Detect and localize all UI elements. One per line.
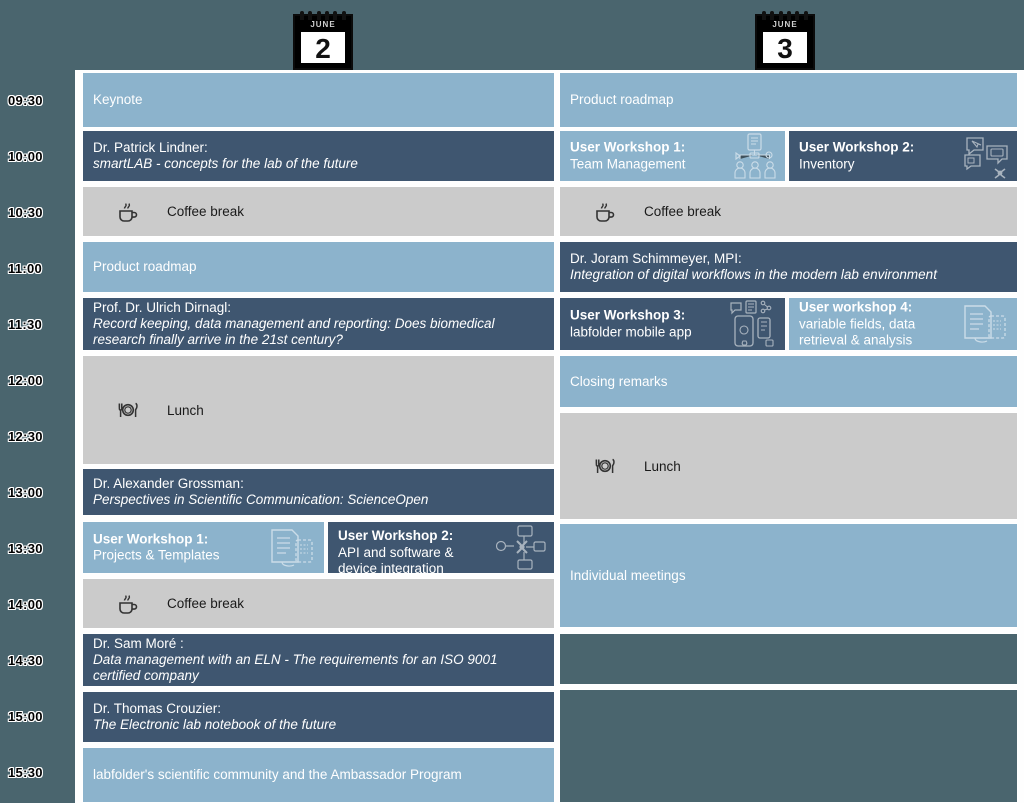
session-talk: Data management with an ELN - The requir… bbox=[93, 652, 498, 683]
calendar-icon: JUNE 3 bbox=[755, 11, 815, 70]
session-lindner[interactable]: Dr. Patrick Lindner: smartLAB - concepts… bbox=[82, 130, 555, 182]
documents-icon bbox=[271, 528, 313, 567]
session-individual-meetings[interactable]: Individual meetings bbox=[559, 523, 1018, 628]
calendar-rings bbox=[298, 11, 348, 20]
session-talk: Perspectives in Scientific Communication… bbox=[93, 492, 429, 507]
calendar-icon: JUNE 2 bbox=[293, 11, 353, 70]
session-product-roadmap-day3[interactable]: Product roadmap bbox=[559, 72, 1018, 128]
session-speaker: Dr. Joram Schimmeyer, MPI: bbox=[570, 251, 742, 266]
session-speaker: Dr. Patrick Lindner: bbox=[93, 140, 208, 155]
session-more[interactable]: Dr. Sam Moré : Data management with an E… bbox=[82, 633, 555, 687]
session-speaker: Dr. Sam Moré : bbox=[93, 636, 184, 651]
session-workshop-4[interactable]: User workshop 4: variable fields, data r… bbox=[788, 297, 1018, 351]
schedule-board: 09:30 10:00 10:30 11:00 11:30 12:00 12:3… bbox=[0, 0, 1024, 803]
session-label: Product roadmap bbox=[570, 92, 674, 107]
session-speaker: Prof. Dr. Ulrich Dirnagl: bbox=[93, 300, 232, 315]
mobile-app-icon bbox=[730, 300, 774, 347]
session-label: labfolder's scientific community and the… bbox=[93, 767, 462, 782]
session-lunch-day3[interactable]: Lunch bbox=[559, 412, 1018, 520]
time-label-1130: 11:30 bbox=[8, 317, 43, 332]
session-label: Coffee break bbox=[167, 204, 245, 219]
workshop-title: User Workshop 1: bbox=[93, 531, 209, 546]
session-label: Coffee break bbox=[644, 204, 722, 219]
time-label-1200: 12:00 bbox=[8, 373, 43, 388]
workshop-subtitle: variable fields, data retrieval & analys… bbox=[799, 315, 916, 348]
session-grossman[interactable]: Dr. Alexander Grossman: Perspectives in … bbox=[82, 468, 555, 516]
team-icon bbox=[734, 133, 776, 179]
calendar-day-number: 3 bbox=[763, 32, 807, 64]
time-label-1230: 12:30 bbox=[8, 429, 43, 444]
calendar-month-label: JUNE bbox=[310, 20, 336, 29]
workshop-subtitle: Inventory bbox=[799, 156, 855, 171]
time-label-1400: 14:00 bbox=[8, 597, 43, 612]
time-label-1430: 14:30 bbox=[8, 653, 43, 668]
workshop-title: User Workshop 3: bbox=[570, 307, 686, 323]
cutlery-icon bbox=[595, 458, 615, 473]
time-label-1330: 13:30 bbox=[8, 541, 43, 556]
speech-bubbles-icon bbox=[964, 137, 1008, 179]
cutlery-icon bbox=[118, 402, 138, 417]
workshop-title: User workshop 4: bbox=[799, 299, 913, 315]
session-coffee-break-2[interactable]: Coffee break bbox=[82, 578, 555, 629]
day-header-june-3[interactable]: JUNE 3 bbox=[755, 11, 815, 70]
workshop-subtitle: Projects & Templates bbox=[93, 547, 220, 563]
session-talk: Record keeping, data management and repo… bbox=[93, 316, 495, 347]
session-schimmeyer[interactable]: Dr. Joram Schimmeyer, MPI: Integration o… bbox=[559, 241, 1018, 293]
calendar-rings bbox=[760, 11, 810, 20]
session-workshop-1-day3[interactable]: User Workshop 1: Team Management bbox=[559, 130, 786, 182]
session-label: Coffee break bbox=[167, 596, 245, 611]
time-label-1000: 10:00 bbox=[8, 149, 43, 164]
network-nodes-icon bbox=[496, 524, 546, 570]
time-label-1530: 15:30 bbox=[8, 765, 43, 780]
session-empty-slot-1[interactable] bbox=[559, 633, 1018, 685]
day-header-june-2[interactable]: JUNE 2 bbox=[293, 11, 353, 70]
session-talk: smartLAB - concepts for the lab of the f… bbox=[93, 156, 358, 171]
session-coffee-break-3[interactable]: Coffee break bbox=[559, 186, 1018, 237]
documents-icon bbox=[964, 305, 1006, 343]
session-label: Closing remarks bbox=[570, 373, 668, 389]
session-workshop-3[interactable]: User Workshop 3: labfolder mobile app bbox=[559, 297, 786, 351]
session-workshop-2-day3[interactable]: User Workshop 2: Inventory bbox=[788, 130, 1018, 182]
workshop-subtitle: API and software & device integration bbox=[338, 544, 454, 574]
workshop-title: User Workshop 2: bbox=[338, 528, 454, 543]
session-label: Individual meetings bbox=[570, 567, 686, 583]
time-label-1500: 15:00 bbox=[8, 709, 43, 724]
coffee-cup-icon bbox=[119, 202, 138, 222]
session-lunch-day2[interactable]: Lunch bbox=[82, 355, 555, 465]
session-label: Lunch bbox=[644, 458, 681, 474]
workshop-title: User Workshop 1: bbox=[570, 139, 686, 155]
session-label: Keynote bbox=[93, 92, 143, 107]
session-product-roadmap-day2[interactable]: Product roadmap bbox=[82, 241, 555, 293]
session-dirnagl[interactable]: Prof. Dr. Ulrich Dirnagl: Record keeping… bbox=[82, 297, 555, 351]
coffee-cup-icon bbox=[596, 202, 615, 222]
session-ambassador-program[interactable]: labfolder's scientific community and the… bbox=[82, 747, 555, 803]
session-crouzier[interactable]: Dr. Thomas Crouzier: The Electronic lab … bbox=[82, 691, 555, 743]
session-label: Lunch bbox=[167, 402, 204, 418]
time-label-1300: 13:00 bbox=[8, 485, 43, 500]
session-talk: Integration of digital workflows in the … bbox=[570, 267, 937, 282]
time-label-1030: 10:30 bbox=[8, 205, 43, 220]
session-talk: The Electronic lab notebook of the futur… bbox=[93, 717, 337, 732]
workshop-subtitle: labfolder mobile app bbox=[570, 324, 692, 339]
session-coffee-break-1[interactable]: Coffee break bbox=[82, 186, 555, 237]
session-workshop-1-day2[interactable]: User Workshop 1: Projects & Templates bbox=[82, 521, 325, 574]
time-label-0930: 09:30 bbox=[8, 93, 43, 108]
workshop-title: User Workshop 2: bbox=[799, 139, 915, 155]
time-label-1100: 11:00 bbox=[8, 261, 43, 276]
session-workshop-2-day2[interactable]: User Workshop 2: API and software & devi… bbox=[327, 521, 555, 574]
session-empty-slot-2[interactable] bbox=[559, 689, 1018, 803]
calendar-month-label: JUNE bbox=[772, 20, 798, 29]
session-speaker: Dr. Alexander Grossman: bbox=[93, 476, 244, 491]
session-keynote[interactable]: Keynote bbox=[82, 72, 555, 128]
session-closing-remarks[interactable]: Closing remarks bbox=[559, 355, 1018, 408]
calendar-day-number: 2 bbox=[301, 32, 345, 64]
session-speaker: Dr. Thomas Crouzier: bbox=[93, 701, 222, 716]
session-label: Product roadmap bbox=[93, 259, 197, 274]
workshop-subtitle: Team Management bbox=[570, 156, 686, 171]
coffee-cup-icon bbox=[119, 594, 138, 614]
